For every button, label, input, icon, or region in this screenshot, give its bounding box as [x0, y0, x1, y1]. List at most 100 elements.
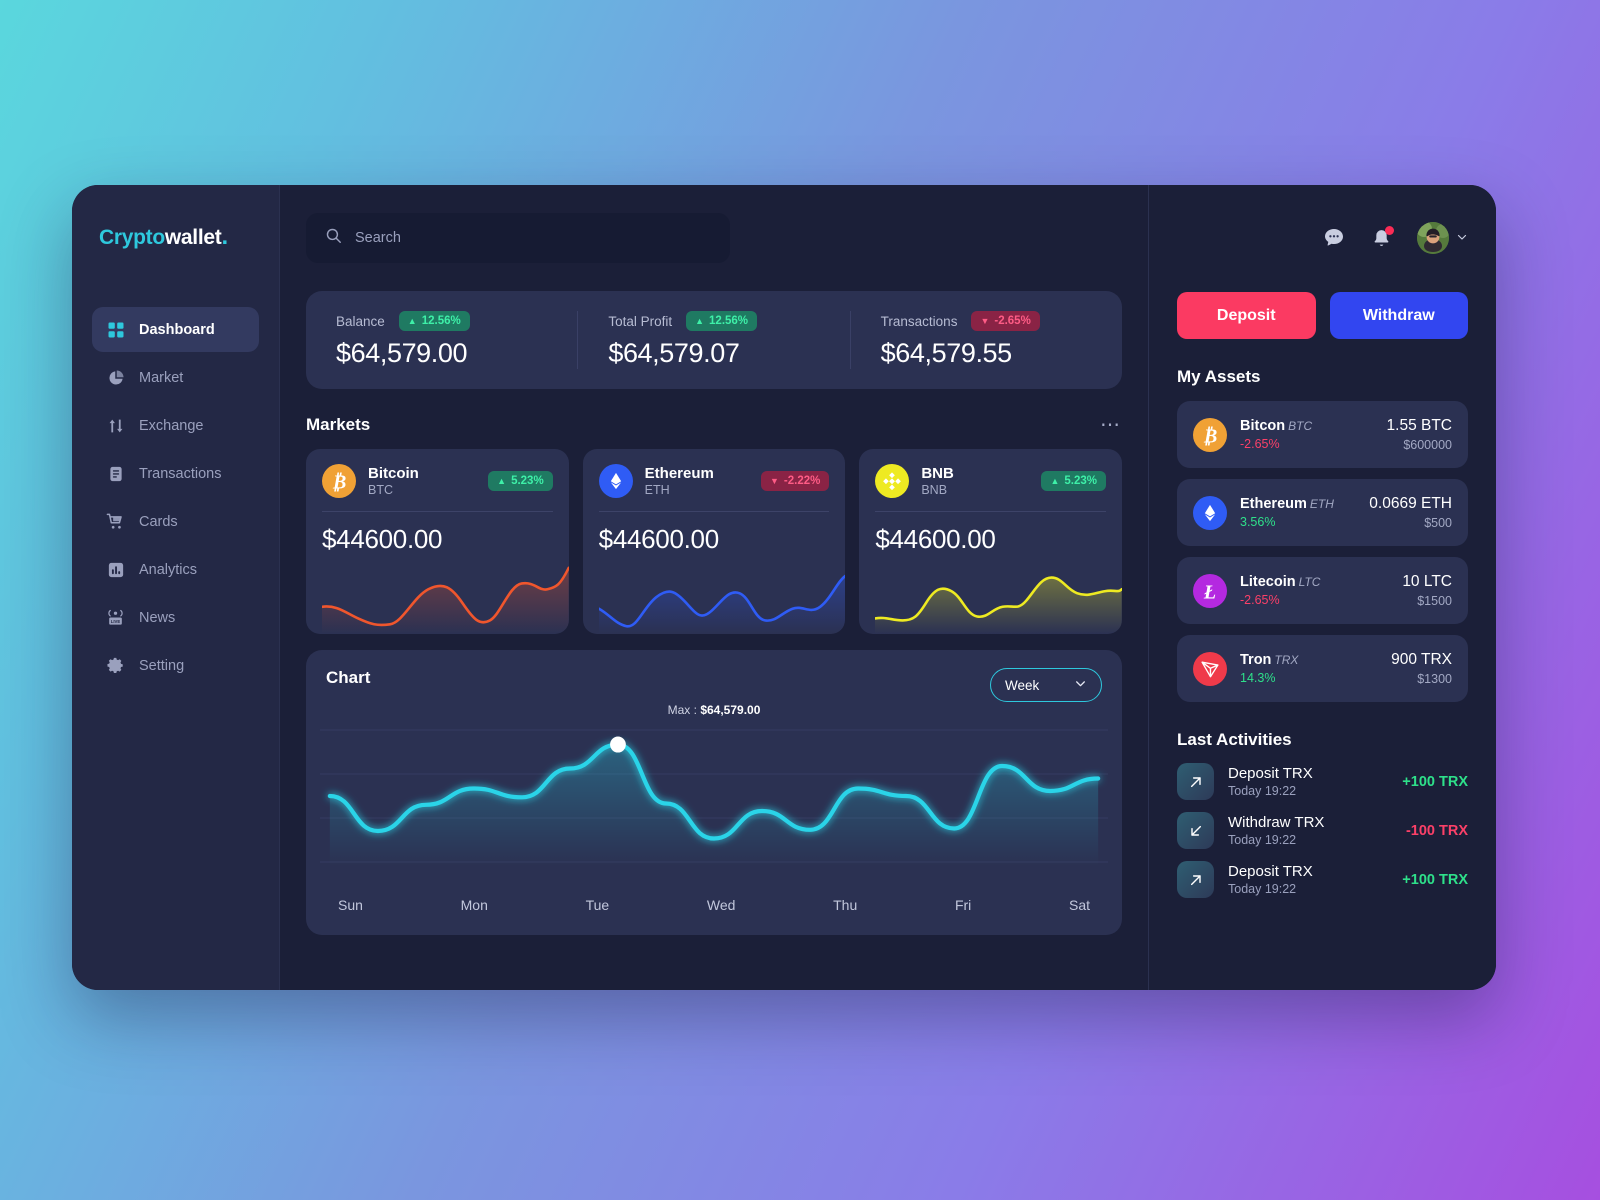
asset-symbol: TRX	[1274, 653, 1299, 667]
stats-summary: Balance ▲ 12.56% $64,579.00 Total Profit ▲ 12.…	[306, 291, 1122, 389]
more-options-icon[interactable]: ⋯	[1100, 415, 1122, 435]
market-coin-symbol: ETH	[644, 483, 670, 497]
chart-range-value: Week	[1005, 677, 1040, 693]
stat-change: 12.56%	[709, 315, 749, 327]
sidebar-item-label: Dashboard	[139, 321, 215, 338]
activity-time: Today 19:22	[1228, 784, 1297, 798]
asset-change: -2.65%	[1240, 437, 1280, 451]
asset-usd-value: $1300	[1417, 672, 1452, 686]
svg-text:₿: ₿	[332, 472, 347, 494]
sidebar-item-exchange[interactable]: Exchange	[92, 403, 259, 448]
asset-row[interactable]: Ł Litecoin LTC -2.65% 10 LTC $1500	[1177, 557, 1468, 624]
chevron-down-icon	[1074, 677, 1087, 693]
market-card-header: BNB BNB ▲ 5.23%	[875, 464, 1107, 498]
asset-change: 14.3%	[1240, 671, 1276, 685]
sidebar-item-label: Setting	[139, 657, 185, 674]
live-broadcast-icon: LIVE	[106, 608, 125, 627]
asset-name-line: Litecoin LTC	[1240, 574, 1389, 590]
chevron-down-icon	[1456, 231, 1468, 246]
sidebar-item-setting[interactable]: Setting	[92, 643, 259, 688]
divider	[322, 511, 553, 512]
activity-info: Deposit TRX Today 19:22	[1228, 765, 1388, 798]
stat-top: Balance ▲ 12.56%	[336, 311, 547, 331]
status-badge: ▲ 5.23%	[488, 471, 553, 491]
market-card[interactable]: Ethereum ETH ▼ -2.22% $44600.00	[582, 449, 846, 634]
search-input[interactable]	[355, 230, 711, 246]
sidebar-item-market[interactable]: Market	[92, 355, 259, 400]
asset-info: Bitcon BTC -2.65%	[1240, 418, 1374, 451]
gear-icon	[106, 656, 125, 675]
sidebar-item-news[interactable]: LIVE News	[92, 595, 259, 640]
asset-name: Bitcon	[1240, 418, 1286, 434]
asset-change: -2.65%	[1240, 593, 1280, 607]
status-badge: ▼ -2.22%	[760, 471, 830, 491]
market-change: 5.23%	[1064, 475, 1098, 487]
asset-row[interactable]: Ethereum ETH 3.56% 0.0669 ETH $500	[1177, 479, 1468, 546]
sidebar-item-label: Cards	[139, 513, 178, 530]
chart-x-tick: Wed	[706, 897, 736, 913]
stat-value: $64,579.55	[880, 338, 1013, 368]
activity-title: Withdraw TRX	[1228, 814, 1325, 831]
svg-text:Ł: Ł	[1203, 581, 1216, 603]
search-bar[interactable]	[306, 213, 730, 263]
deposit-button[interactable]: Deposit	[1177, 292, 1316, 339]
stat-value: $64,579.07	[608, 338, 740, 368]
stat-card: Total Profit ▲ 12.56% $64,579.07	[578, 311, 851, 369]
withdraw-button[interactable]: Withdraw	[1329, 292, 1468, 339]
app-logo: Cryptowallet.	[72, 223, 279, 251]
asset-name: Litecoin	[1240, 574, 1296, 590]
market-card-names: Bitcoin BTC	[368, 465, 476, 497]
market-card[interactable]: ₿ Bitcoin BTC ▲ 5.23% $44600.00	[306, 449, 569, 634]
activity-time: Today 19:22	[1228, 833, 1297, 847]
chat-bubble-icon[interactable]	[1322, 226, 1346, 250]
market-price: $44600.00	[322, 524, 443, 554]
market-coin-symbol: BTC	[368, 483, 393, 497]
main-content: Balance ▲ 12.56% $64,579.00 Total Profit ▲ 12.…	[280, 185, 1148, 990]
primary-actions: Deposit Withdraw	[1177, 292, 1468, 339]
bnb-icon	[875, 464, 910, 498]
status-badge: ▲ 5.23%	[1041, 471, 1107, 491]
activity-row[interactable]: Deposit TRX Today 19:22 +100 TRX	[1177, 763, 1468, 800]
header-actions	[1177, 213, 1468, 263]
shopping-cart-icon	[106, 512, 125, 531]
chart-x-tick: Tue	[585, 897, 610, 913]
chart-plot-area	[320, 726, 1108, 866]
last-activities-title: Last Activities	[1177, 730, 1292, 749]
asset-values: 1.55 BTC $600000	[1387, 417, 1452, 452]
activity-row[interactable]: Deposit TRX Today 19:22 +100 TRX	[1177, 861, 1468, 898]
activity-amount: +100 TRX	[1402, 773, 1468, 790]
bell-icon[interactable]	[1370, 225, 1394, 250]
asset-name-line: Ethereum ETH	[1240, 496, 1356, 512]
triangle-down-icon: ▼	[980, 315, 990, 326]
ethereum-icon	[598, 464, 633, 498]
asset-row[interactable]: ₿ Bitcon BTC -2.65% 1.55 BTC $600000	[1177, 401, 1468, 468]
logo-part-2: wallet	[164, 226, 222, 249]
pie-chart-icon	[106, 368, 125, 387]
sidebar-item-dashboard[interactable]: Dashboard	[92, 307, 259, 352]
market-sparkline	[322, 564, 569, 634]
triangle-up-icon: ▲	[497, 475, 507, 486]
avatar[interactable]	[1417, 222, 1468, 254]
chart-range-select[interactable]: Week	[990, 668, 1102, 702]
asset-values: 900 TRX $1300	[1391, 651, 1452, 686]
sidebar-item-analytics[interactable]: Analytics	[92, 547, 259, 592]
sidebar-item-cards[interactable]: Cards	[92, 499, 259, 544]
bar-chart-icon	[106, 560, 125, 579]
chart-max-label: Max :	[667, 703, 697, 717]
stat-change: -2.65%	[994, 315, 1031, 327]
market-card[interactable]: BNB BNB ▲ 5.23% $44600.00	[859, 449, 1123, 634]
sidebar-item-transactions[interactable]: Transactions	[92, 451, 259, 496]
app-window: Cryptowallet. Dashboard Market Exchange Tra…	[72, 185, 1496, 990]
svg-text:₿: ₿	[1203, 425, 1218, 447]
sidebar: Cryptowallet. Dashboard Market Exchange Tra…	[72, 185, 280, 990]
litecoin-icon: Ł	[1193, 573, 1227, 608]
divider	[875, 511, 1107, 512]
chart-x-tick: Sun	[338, 897, 363, 913]
asset-symbol: LTC	[1298, 575, 1321, 589]
market-change: -2.22%	[783, 475, 821, 487]
svg-text:LIVE: LIVE	[111, 619, 121, 624]
activity-row[interactable]: Withdraw TRX Today 19:22 -100 TRX	[1177, 812, 1468, 849]
chart-max-annotation: Max : $64,579.00	[306, 703, 1122, 717]
markets-title: Markets	[306, 415, 371, 434]
asset-row[interactable]: Tron TRX 14.3% 900 TRX $1300	[1177, 635, 1468, 702]
